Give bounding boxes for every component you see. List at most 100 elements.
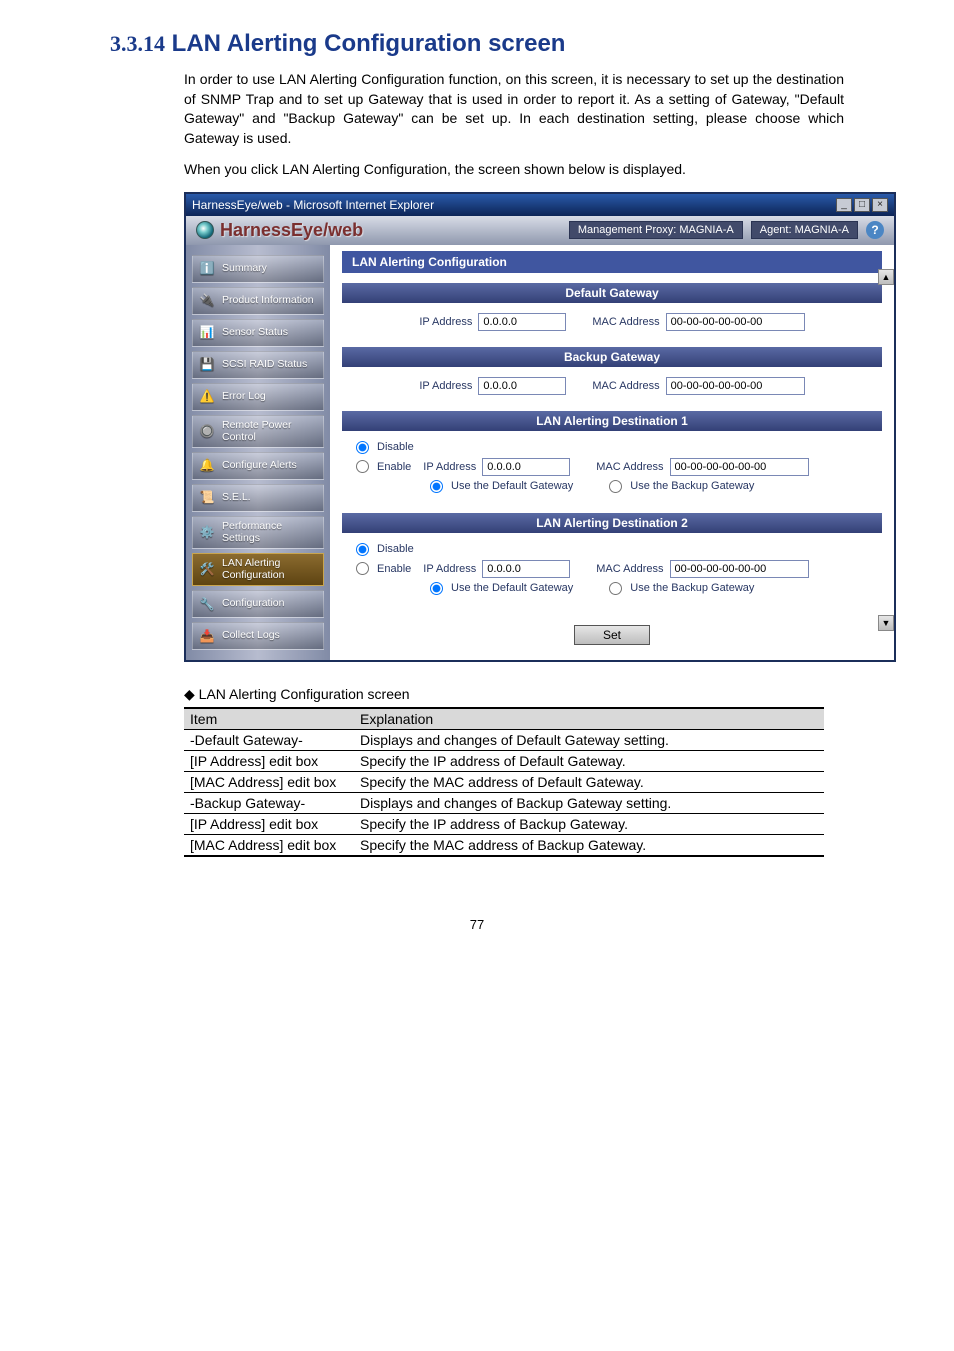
dest2-mac-input[interactable] [670, 560, 809, 578]
nav-lan-alerting-configuration[interactable]: 🛠️ LAN Alerting Configuration [192, 553, 324, 586]
section-heading: 3.3.14 LAN Alerting Configuration screen [110, 30, 844, 58]
use-backup-label: Use the Backup Gateway [630, 582, 754, 594]
ip-label: IP Address [419, 380, 472, 392]
ip-label: IP Address [419, 316, 472, 328]
backup-gateway-mac-input[interactable] [666, 377, 805, 395]
dest2-enable-radio[interactable] [356, 562, 369, 575]
table-cell-explanation: Specify the MAC address of Default Gatew… [354, 772, 824, 793]
nav-lan-alerting-configuration-icon: 🛠️ [198, 561, 216, 579]
use-backup-label: Use the Backup Gateway [630, 480, 754, 492]
pane-title: LAN Alerting Configuration [342, 251, 882, 273]
close-button[interactable]: × [872, 198, 888, 212]
brand-text: HarnessEye/web [220, 220, 363, 241]
scroll-down-button[interactable]: ▼ [878, 615, 894, 631]
nav-collect-logs-icon: 📥 [198, 627, 216, 645]
nav-label: Remote Power Control [222, 420, 318, 443]
nav-configure-alerts[interactable]: 🔔 Configure Alerts [192, 452, 324, 480]
nav-configuration[interactable]: 🔧 Configuration [192, 590, 324, 618]
section-title: LAN Alerting Configuration screen [172, 30, 566, 57]
table-cell-explanation: Displays and changes of Default Gateway … [354, 730, 824, 751]
nav-label: LAN Alerting Configuration [222, 558, 318, 581]
destination-1-header: LAN Alerting Destination 1 [342, 411, 882, 431]
table-cell-item: [MAC Address] edit box [184, 835, 354, 857]
window-title: HarnessEye/web - Microsoft Internet Expl… [192, 198, 434, 212]
nav-label: SCSI RAID Status [222, 359, 307, 371]
nav-sel[interactable]: 📜S.E.L. [192, 484, 324, 512]
dest2-use-default-radio[interactable] [430, 582, 443, 595]
nav-label: Error Log [222, 391, 266, 403]
dest2-ip-input[interactable] [482, 560, 570, 578]
table-cell-item: [IP Address] edit box [184, 814, 354, 835]
nav-product-information-icon: 🔌 [198, 292, 216, 310]
nav-sensor-status-icon: 📊 [198, 324, 216, 342]
mac-label: MAC Address [592, 380, 659, 392]
brand-logo: HarnessEye/web [196, 220, 363, 241]
default-gateway-header: Default Gateway [342, 283, 882, 303]
nav-collect-logs[interactable]: 📥 Collect Logs [192, 622, 324, 650]
nav-label: Collect Logs [222, 630, 280, 642]
backup-gateway-ip-input[interactable] [478, 377, 566, 395]
destination-2-block: Disable Enable IP Address MAC Address [342, 539, 882, 607]
table-caption: LAN Alerting Configuration screen [184, 686, 844, 703]
dest1-disable-radio[interactable] [356, 441, 369, 454]
default-gateway-mac-input[interactable] [666, 313, 805, 331]
table-cell-explanation: Specify the MAC address of Backup Gatewa… [354, 835, 824, 857]
nav-remote-power-control-icon: 🔘 [198, 423, 216, 441]
use-default-label: Use the Default Gateway [451, 582, 573, 594]
maximize-button[interactable]: □ [854, 198, 870, 212]
window-controls: _ □ × [836, 198, 888, 212]
table-row: -Default Gateway-Displays and changes of… [184, 730, 824, 751]
table-cell-item: [IP Address] edit box [184, 751, 354, 772]
table-header-item: Item [184, 708, 354, 730]
destination-2-header: LAN Alerting Destination 2 [342, 513, 882, 533]
content-pane: LAN Alerting Configuration ▲ Default Gat… [330, 245, 894, 660]
disable-label: Disable [377, 441, 414, 453]
dest1-ip-input[interactable] [482, 458, 570, 476]
table-row: -Backup Gateway-Displays and changes of … [184, 793, 824, 814]
nav-summary-icon: ℹ️ [198, 260, 216, 278]
scroll-up-button[interactable]: ▲ [878, 269, 894, 285]
app-body: ℹ️Summary 🔌 Product Information 📊Sensor Sta… [186, 245, 894, 660]
table-cell-explanation: Specify the IP address of Backup Gateway… [354, 814, 824, 835]
backup-gateway-header: Backup Gateway [342, 347, 882, 367]
nav-product-information[interactable]: 🔌 Product Information [192, 287, 324, 315]
default-gateway-ip-input[interactable] [478, 313, 566, 331]
table-cell-item: -Backup Gateway- [184, 793, 354, 814]
mac-label: MAC Address [596, 563, 663, 575]
app-window: HarnessEye/web - Microsoft Internet Expl… [184, 192, 896, 662]
disable-label: Disable [377, 543, 414, 555]
nav-label: Product Information [222, 295, 314, 307]
nav-error-log[interactable]: ⚠️Error Log [192, 383, 324, 411]
table-header-explanation: Explanation [354, 708, 824, 730]
ip-label: IP Address [423, 563, 476, 575]
nav-summary[interactable]: ℹ️Summary [192, 255, 324, 283]
nav-label: Configuration [222, 598, 284, 610]
dest2-use-backup-radio[interactable] [609, 582, 622, 595]
nav-configure-alerts-icon: 🔔 [198, 457, 216, 475]
nav-scsi-raid-status[interactable]: 💾SCSI RAID Status [192, 351, 324, 379]
dest1-use-backup-radio[interactable] [609, 480, 622, 493]
mac-label: MAC Address [596, 461, 663, 473]
backup-gateway-row: IP Address MAC Address [342, 373, 882, 403]
nav-performance-settings-icon: ⚙️ [198, 524, 216, 542]
default-gateway-row: IP Address MAC Address [342, 309, 882, 339]
nav-label: S.E.L. [222, 492, 251, 504]
dest1-mac-input[interactable] [670, 458, 809, 476]
proxy-chip: Management Proxy: MAGNIA-A [569, 221, 743, 239]
nav-performance-settings[interactable]: ⚙️Performance Settings [192, 516, 324, 549]
nav-configuration-icon: 🔧 [198, 595, 216, 613]
minimize-button[interactable]: _ [836, 198, 852, 212]
brand-bar: HarnessEye/web Management Proxy: MAGNIA-… [186, 216, 894, 245]
table-cell-item: -Default Gateway- [184, 730, 354, 751]
dest1-enable-radio[interactable] [356, 460, 369, 473]
table-row: [MAC Address] edit boxSpecify the MAC ad… [184, 835, 824, 857]
nav-remote-power-control[interactable]: 🔘 Remote Power Control [192, 415, 324, 448]
nav-label: Configure Alerts [222, 460, 297, 472]
set-button[interactable]: Set [574, 625, 650, 645]
help-icon[interactable]: ? [866, 221, 884, 239]
dest1-use-default-radio[interactable] [430, 480, 443, 493]
dest2-disable-radio[interactable] [356, 543, 369, 556]
agent-chip: Agent: MAGNIA-A [751, 221, 858, 239]
use-default-label: Use the Default Gateway [451, 480, 573, 492]
nav-sensor-status[interactable]: 📊Sensor Status [192, 319, 324, 347]
